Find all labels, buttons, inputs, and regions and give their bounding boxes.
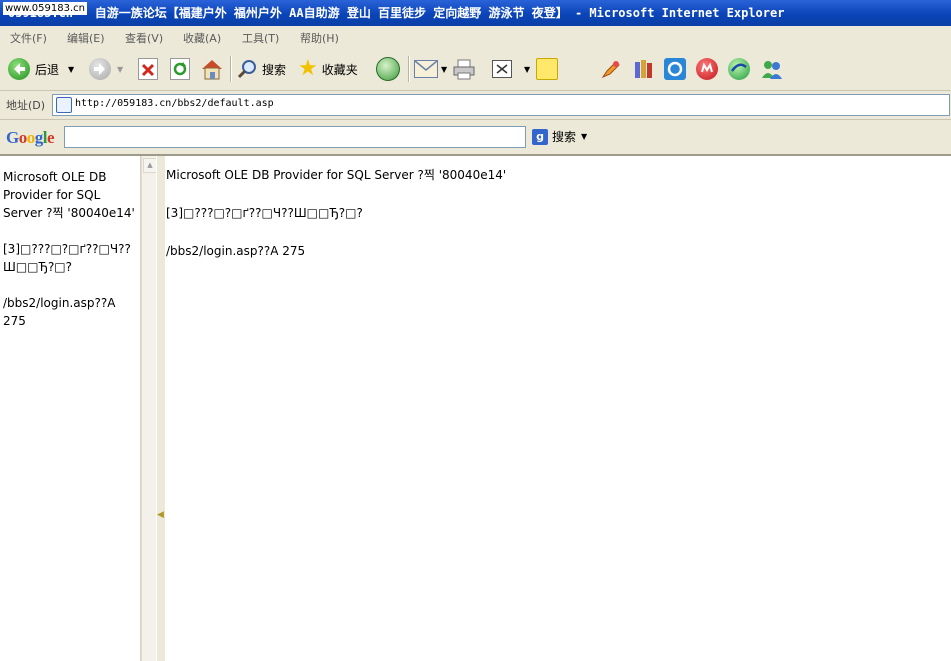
mail-dropdown-icon[interactable]: ▼: [441, 65, 447, 74]
stop-icon: [138, 58, 158, 80]
mail-icon: [414, 60, 438, 78]
refresh-button[interactable]: [170, 56, 190, 82]
watermark: www.059183.cn: [3, 2, 87, 15]
search-button[interactable]: 搜索: [236, 56, 286, 82]
address-url: http://059183.cn/bbs2/default.asp: [75, 98, 274, 109]
edit-dropdown-icon[interactable]: ▼: [524, 65, 530, 74]
refresh-icon: [170, 58, 190, 80]
messenger-button[interactable]: [600, 56, 622, 82]
research-button[interactable]: [632, 56, 654, 82]
toolbar-separator: [230, 56, 232, 82]
left-error-line: /bbs2/login.asp??A 275: [3, 296, 116, 328]
left-error-line: Microsoft OLE DB Provider for SQL Server…: [3, 170, 135, 220]
app-square-icon: [664, 58, 686, 80]
mail-button[interactable]: ▼: [414, 56, 447, 82]
edit-page-icon: [492, 60, 512, 78]
app-button-4[interactable]: [760, 56, 784, 82]
address-label: 地址(D): [6, 99, 46, 112]
left-frame: Microsoft OLE DB Provider for SQL Server…: [0, 156, 141, 661]
google-search-button[interactable]: g 搜索 ▼: [532, 128, 587, 145]
app-red-circle-icon: [696, 58, 718, 80]
menu-tools[interactable]: 工具(T): [242, 30, 279, 46]
back-arrow-icon: [8, 58, 30, 80]
toolbar: 后退 ▼ ▼ 搜索 ★ 收藏夹 ▼ ▼: [0, 48, 951, 91]
collapse-arrow-icon[interactable]: ◀: [157, 510, 164, 520]
menu-help[interactable]: 帮助(H): [300, 30, 339, 46]
back-dropdown-icon[interactable]: ▼: [68, 65, 74, 74]
discuss-button[interactable]: [536, 56, 558, 82]
forward-arrow-icon: [89, 58, 111, 80]
history-button[interactable]: [376, 56, 400, 82]
forward-button[interactable]: ▼: [89, 56, 123, 82]
menu-bar: 文件(F) 编辑(E) 查看(V) 收藏(A) 工具(T) 帮助(H): [0, 26, 951, 49]
scroll-up-arrow-icon[interactable]: ▲: [143, 158, 157, 173]
menu-edit[interactable]: 编辑(E): [67, 30, 105, 46]
menu-favorites[interactable]: 收藏(A): [183, 30, 221, 46]
main-frame: Microsoft OLE DB Provider for SQL Server…: [165, 156, 951, 661]
menu-view[interactable]: 查看(V): [125, 30, 163, 46]
star-icon: ★: [298, 56, 318, 81]
left-error-message: Microsoft OLE DB Provider for SQL Server…: [3, 168, 137, 348]
google-g-icon: g: [532, 128, 548, 145]
back-button[interactable]: 后退 ▼: [8, 56, 74, 82]
google-toolbar: Google g 搜索 ▼: [0, 120, 951, 156]
books-icon: [632, 58, 654, 80]
google-dropdown-icon[interactable]: ▼: [581, 132, 587, 141]
note-icon: [536, 58, 558, 80]
magnifier-icon: [236, 58, 258, 80]
stop-button[interactable]: [138, 56, 158, 82]
main-error-line: /bbs2/login.asp??A 275: [166, 244, 306, 258]
main-error-line: Microsoft OLE DB Provider for SQL Server…: [166, 168, 507, 182]
title-bar: 059183.cn - 自游一族论坛【福建户外 福州户外 AA自助游 登山 百里…: [0, 0, 951, 26]
app-button-2[interactable]: [696, 56, 718, 82]
search-label: 搜索: [262, 62, 287, 77]
google-logo[interactable]: Google: [6, 128, 55, 148]
print-button[interactable]: [452, 56, 476, 82]
app-button-1[interactable]: [664, 56, 686, 82]
app-button-3[interactable]: [728, 56, 750, 82]
app-green-swirl-icon: [728, 58, 750, 80]
address-bar: 地址(D) http://059183.cn/bbs2/default.asp: [0, 91, 951, 120]
edit-button[interactable]: ▼: [492, 56, 530, 82]
contacts-icon: [760, 58, 784, 80]
page-icon: [56, 97, 72, 113]
toolbar-separator: [408, 56, 410, 82]
home-icon: [200, 58, 224, 80]
menu-file[interactable]: 文件(F): [10, 30, 47, 46]
pencil-icon: [600, 58, 622, 80]
left-frame-scrollbar[interactable]: ▲: [141, 156, 157, 661]
address-field[interactable]: http://059183.cn/bbs2/default.asp: [52, 94, 950, 116]
main-error-line: [3]□???□?□ґ??□Ч??Ш□□Ђ?□?: [166, 206, 363, 220]
home-button[interactable]: [200, 56, 224, 82]
favorites-button[interactable]: ★ 收藏夹: [298, 56, 358, 82]
window-title: 059183.cn - 自游一族论坛【福建户外 福州户外 AA自助游 登山 百里…: [8, 6, 785, 20]
history-icon: [376, 57, 400, 81]
google-search-label: 搜索: [552, 130, 577, 144]
printer-icon: [452, 58, 476, 80]
left-error-line: [3]□???□?□ґ??□Ч??Ш□□Ђ?□?: [3, 242, 131, 274]
google-search-input[interactable]: [64, 126, 526, 148]
favorites-label: 收藏夹: [321, 62, 358, 77]
forward-dropdown-icon[interactable]: ▼: [117, 65, 123, 74]
main-error-message: Microsoft OLE DB Provider for SQL Server…: [166, 166, 926, 280]
back-label: 后退: [35, 62, 60, 77]
